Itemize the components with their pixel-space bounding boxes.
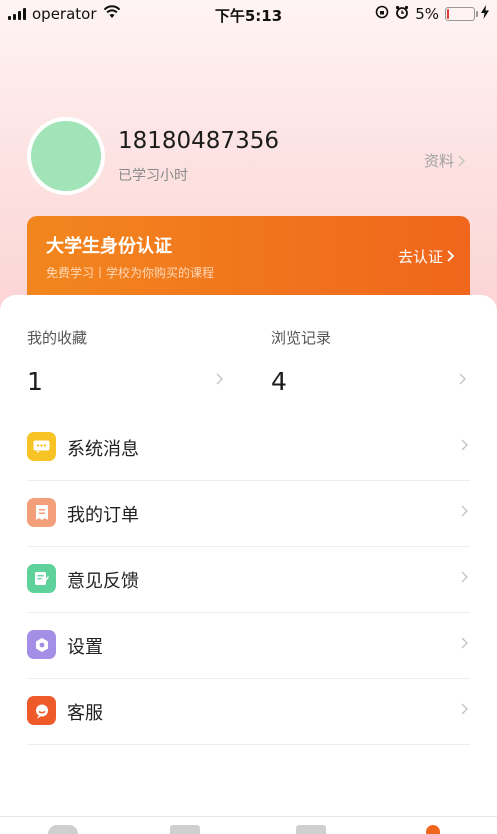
menu-item-feedback[interactable]: 意见反馈 — [27, 547, 470, 613]
chevron-right-icon — [459, 373, 466, 385]
settings-icon — [27, 630, 56, 659]
profile-link-label: 资料 — [423, 152, 454, 170]
menu-item-label: 设置 — [67, 637, 103, 658]
history-stat[interactable]: 浏览记录 4 — [271, 295, 470, 405]
chevron-right-icon — [461, 571, 468, 583]
order-icon — [27, 498, 56, 527]
menu-item-label: 客服 — [67, 703, 103, 724]
rotation-lock-icon — [375, 5, 389, 23]
profile-link[interactable]: 资料 — [424, 150, 465, 171]
menu-item-my-orders[interactable]: 我的订单 — [27, 481, 470, 547]
menu-list: 系统消息 我的订单 意见反馈 设置 客服 — [27, 415, 470, 745]
menu-item-system-messages[interactable]: 系统消息 — [27, 415, 470, 481]
favorites-stat[interactable]: 我的收藏 1 — [27, 295, 227, 405]
alarm-icon — [395, 5, 409, 23]
chevron-right-icon — [458, 155, 465, 167]
content-panel: 我的收藏 1 浏览记录 4 系统消息 我的订单 意见反馈 设置 客服 — [0, 295, 497, 833]
favorites-count: 1 — [27, 367, 43, 396]
battery-percent: 5% — [415, 5, 439, 23]
feedback-icon — [27, 564, 56, 593]
student-verify-banner[interactable]: 大学生身份认证 免费学习丨学校为你购买的课程 去认证 — [27, 216, 470, 298]
chevron-right-icon — [216, 373, 223, 385]
menu-item-customer-service[interactable]: 客服 — [27, 679, 470, 745]
chevron-right-icon — [461, 505, 468, 517]
verify-button[interactable]: 去认证 — [397, 246, 455, 267]
learned-hours: 已学习小时 — [118, 168, 188, 184]
message-icon — [27, 432, 56, 461]
status-right: 5% — [375, 5, 489, 23]
favorites-label: 我的收藏 — [27, 329, 88, 347]
user-phone: 18180487356 — [118, 128, 279, 154]
menu-item-label: 系统消息 — [67, 439, 139, 460]
charging-icon — [481, 5, 489, 23]
avatar[interactable] — [27, 117, 105, 195]
verify-button-label: 去认证 — [397, 248, 443, 266]
bottom-tab-bar — [0, 816, 497, 834]
chevron-right-icon — [447, 248, 455, 266]
customer-service-icon — [27, 696, 56, 725]
battery-fill — [447, 9, 449, 19]
banner-subtitle: 免费学习丨学校为你购买的课程 — [46, 266, 215, 280]
menu-item-settings[interactable]: 设置 — [27, 613, 470, 679]
history-label: 浏览记录 — [271, 329, 332, 347]
chevron-right-icon — [461, 439, 468, 451]
battery-icon — [445, 7, 478, 21]
menu-item-label: 意见反馈 — [67, 571, 139, 592]
banner-title: 大学生身份认证 — [46, 236, 172, 257]
chevron-right-icon — [461, 703, 468, 715]
status-bar: operator 下午5:13 5% — [0, 0, 497, 30]
chevron-right-icon — [461, 637, 468, 649]
menu-item-label: 我的订单 — [67, 505, 139, 526]
history-count: 4 — [271, 367, 287, 396]
